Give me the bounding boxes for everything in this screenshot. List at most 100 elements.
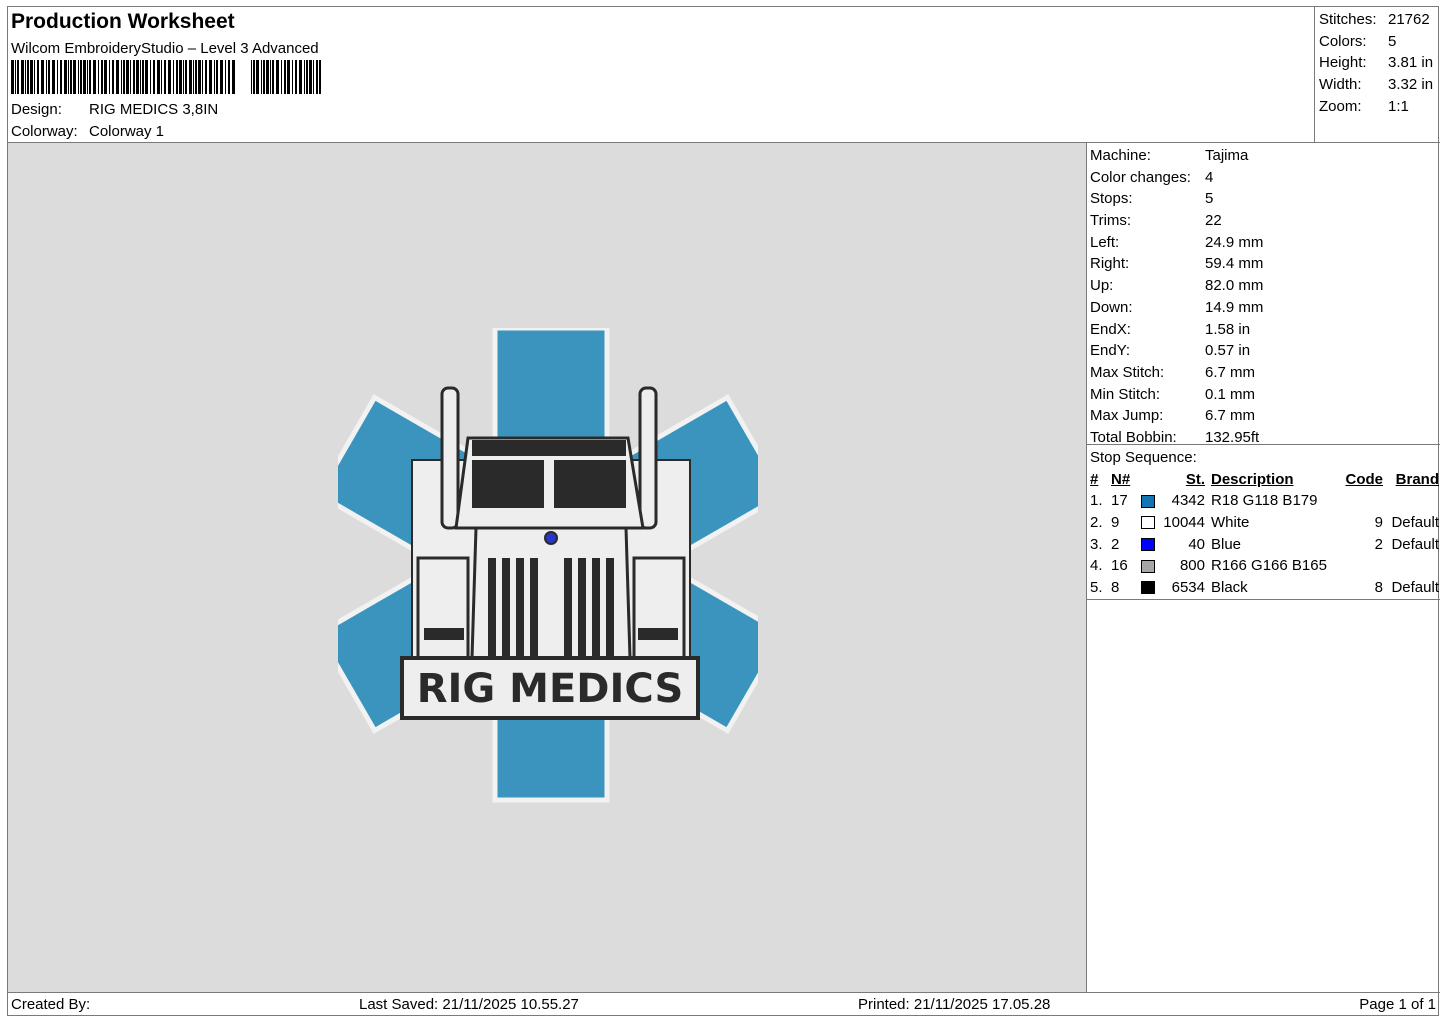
stat-value: 3.32 in [1388, 76, 1434, 94]
header-brand: Brand [1395, 470, 1439, 488]
color-description: R166 G166 B165 [1211, 557, 1327, 575]
stitch-count: 800 [1179, 557, 1205, 575]
right-headlight [638, 628, 678, 640]
machine-row: Stops: 5 [1087, 188, 1440, 210]
machine-row: Max Jump: 6.7 mm [1087, 405, 1440, 427]
info-panel: Machine: Tajima Color changes: 4 Stops: 5 T… [1087, 143, 1440, 992]
machine-value: 132.95ft [1205, 428, 1260, 446]
needle-number: 2 [1111, 535, 1120, 553]
color-swatch [1141, 577, 1157, 599]
colorway-label: Colorway: [11, 123, 78, 140]
right-exhaust-stack [638, 386, 658, 530]
machine-row: EndX: 1.58 in [1087, 319, 1440, 341]
machine-row: Max Stitch: 6.7 mm [1087, 362, 1440, 384]
stat-row: Width: 3.32 in [1319, 74, 1436, 96]
page-title: Production Worksheet [11, 10, 235, 33]
design-canvas: RIG MEDICS [8, 143, 1087, 992]
stop-rows: 1. 17 4342 R18 G118 B179 2. 9 10044 White 9 Defau… [1087, 490, 1440, 598]
thread-brand [1383, 555, 1439, 577]
row-number: 5. [1090, 579, 1103, 597]
machine-value: 24.9 mm [1205, 233, 1264, 251]
machine-label: Machine: [1090, 147, 1151, 164]
worksheet-header: Production Worksheet Wilcom EmbroiderySt… [8, 7, 1314, 143]
left-fender [416, 556, 470, 660]
color-description: Black [1211, 579, 1248, 597]
stat-row: Zoom: 1:1 [1319, 96, 1436, 118]
table-row: 3. 2 40 Blue 2 Default [1087, 534, 1440, 556]
last-saved: Last Saved: 21/11/2025 10.55.27 [359, 996, 579, 1013]
embroidery-design-preview: RIG MEDICS [338, 328, 758, 803]
stat-row: Height: 3.81 in [1319, 52, 1436, 74]
machine-value: 0.1 mm [1205, 385, 1256, 403]
swatch-box [1141, 559, 1155, 573]
header-code: Code [1345, 470, 1384, 488]
machine-value: 4 [1205, 168, 1214, 186]
printed-date: Printed: 21/11/2025 17.05.28 [858, 996, 1051, 1013]
software-name: Wilcom EmbroideryStudio – Level 3 Advanc… [11, 40, 319, 57]
color-code [1335, 490, 1383, 512]
machine-row: Machine: Tajima [1087, 145, 1440, 167]
color-description: R18 G118 B179 [1211, 492, 1318, 510]
machine-row: Down: 14.9 mm [1087, 297, 1440, 319]
row-number: 4. [1090, 557, 1103, 575]
machine-label: Trims: [1090, 212, 1132, 230]
machine-row: Trims: 22 [1087, 210, 1440, 232]
color-swatch [1141, 512, 1157, 534]
design-text: RIG MEDICS [417, 666, 684, 712]
needle-number: 16 [1111, 557, 1128, 575]
machine-label: EndX: [1090, 320, 1131, 338]
header-description: Description [1211, 470, 1294, 488]
thread-brand: Default [1391, 514, 1439, 532]
header-num: # [1090, 470, 1099, 488]
machine-row: Min Stitch: 0.1 mm [1087, 384, 1440, 406]
colorway-value: Colorway 1 [89, 123, 165, 140]
machine-row: Left: 24.9 mm [1087, 232, 1440, 254]
stat-label: Zoom: [1319, 97, 1362, 115]
row-number: 3. [1090, 535, 1103, 553]
page-number: Page 1 of 1 [1359, 996, 1436, 1013]
color-description: White [1211, 514, 1250, 532]
stat-value: 5 [1388, 32, 1397, 50]
machine-value: 6.7 mm [1205, 407, 1256, 425]
row-number: 2. [1090, 514, 1103, 532]
machine-row: Right: 59.4 mm [1087, 253, 1440, 275]
header-stitches: St. [1185, 470, 1205, 488]
stat-label: Colors: [1319, 32, 1367, 50]
stitch-count: 6534 [1171, 579, 1205, 597]
machine-label: Max Stitch: [1090, 363, 1165, 381]
row-number: 1. [1090, 492, 1103, 510]
cab-visor [472, 440, 626, 456]
design-label: Design: [11, 101, 62, 118]
created-by: Created By: [11, 996, 91, 1013]
stitch-count: 4342 [1171, 492, 1205, 510]
machine-row: Color changes: 4 [1087, 167, 1440, 189]
needle-number: 17 [1111, 492, 1128, 510]
stitch-count: 40 [1188, 535, 1205, 553]
machine-label: Down: [1090, 298, 1133, 316]
machine-label: Right: [1090, 255, 1130, 273]
stat-value: 3.81 in [1388, 54, 1434, 72]
left-exhaust-stack [440, 386, 460, 530]
machine-value: Tajima [1205, 147, 1249, 164]
worksheet-frame: Production Worksheet Wilcom EmbroiderySt… [7, 6, 1440, 1016]
thread-brand [1383, 490, 1439, 512]
design-row: Design: RIG MEDICS 3,8IN [11, 101, 218, 118]
table-row: 2. 9 10044 White 9 Default [1087, 512, 1440, 534]
needle-number: 9 [1111, 514, 1120, 532]
machine-label: Color changes: [1090, 168, 1191, 186]
table-row: 4. 16 800 R166 G166 B165 [1087, 555, 1440, 577]
left-headlight [424, 628, 464, 640]
color-swatch [1141, 490, 1157, 512]
stop-table-header: # N# St. Description Code Brand [1087, 469, 1440, 491]
color-swatch [1141, 555, 1157, 577]
stitch-count: 10044 [1163, 514, 1205, 532]
machine-value: 59.4 mm [1205, 255, 1264, 273]
needle-number: 8 [1111, 579, 1120, 597]
stat-label: Width: [1319, 76, 1362, 94]
barcode-image [11, 60, 321, 94]
machine-value: 6.7 mm [1205, 363, 1256, 381]
machine-label: Left: [1090, 233, 1120, 251]
machine-value: 0.57 in [1205, 342, 1251, 360]
stop-sequence-title: Stop Sequence: [1090, 449, 1197, 466]
machine-value: 1.58 in [1205, 320, 1251, 338]
